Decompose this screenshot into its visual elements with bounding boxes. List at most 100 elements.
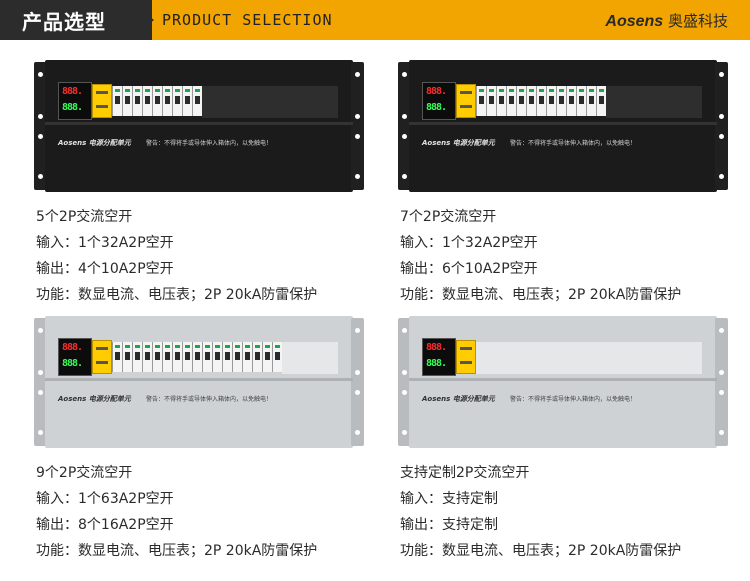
digital-meter-icon: 888. 888.: [58, 82, 92, 120]
breaker-module: [142, 342, 152, 372]
breaker-module: [172, 342, 182, 372]
breaker-module: [486, 86, 496, 116]
product-function: 功能：数显电流、电压表；2P 20kA防雷保护: [400, 287, 682, 303]
breaker-module: [222, 342, 232, 372]
breaker-module: [192, 342, 202, 372]
product-input: 输入：1个32A2P空开: [400, 235, 538, 251]
rack-ear-right: [715, 62, 728, 190]
section-header: 产品选型 PRODUCT SELECTION Aosens 奥盛科技: [0, 0, 750, 40]
panel-brand-label: Aosens 电源分配单元: [422, 395, 495, 403]
product-input: 输入：1个32A2P空开: [36, 235, 174, 251]
breaker-module: [566, 86, 576, 116]
breaker-module: [142, 86, 152, 116]
product-function: 功能：数显电流、电压表；2P 20kA防雷保护: [36, 287, 318, 303]
product-output: 输出：4个10A2P空开: [36, 261, 174, 277]
brand-name-cn: 奥盛科技: [667, 12, 728, 30]
rack-ear-right: [351, 318, 364, 446]
breaker-module: [152, 86, 162, 116]
breaker-row: [476, 86, 616, 118]
product-caption: 9个2P交流空开 输入：1个63A2P空开 输出：8个16A2P空开 功能：数显…: [36, 460, 317, 564]
product-input: 输入：支持定制: [400, 491, 498, 507]
breaker-module: [162, 86, 172, 116]
breaker-module: [496, 86, 506, 116]
breaker-module: [132, 86, 142, 116]
breaker-module: [596, 86, 606, 116]
panel-warning-label: 警告：不得将手或导体伸入箱体内，以免触电！: [146, 396, 273, 403]
surge-protector-icon: [456, 340, 476, 374]
pdu-image: 888. 888. Aosens 电源分配单元 警告：不得将手或导体伸入箱体内，以…: [34, 316, 364, 448]
breaker-module: [132, 342, 142, 372]
breaker-module: [122, 86, 132, 116]
panel-face: [45, 316, 353, 448]
breaker-module: [232, 342, 242, 372]
digital-meter-icon: 888. 888.: [422, 338, 456, 376]
panel-warning-label: 警告：不得将手或导体伸入箱体内，以免触电！: [146, 140, 273, 147]
product-function: 功能：数显电流、电压表；2P 20kA防雷保护: [400, 543, 682, 559]
product-caption: 支持定制2P交流空开 输入：支持定制 输出：支持定制 功能：数显电流、电压表；2…: [400, 460, 681, 564]
rack-ear-right: [351, 62, 364, 190]
surge-protector-icon: [92, 84, 112, 118]
breaker-module: [172, 86, 182, 116]
panel-divider: [45, 122, 353, 125]
product-output: 输出：6个10A2P空开: [400, 261, 538, 277]
blank-plate: [282, 342, 338, 374]
product-output: 输出：支持定制: [400, 517, 498, 533]
breaker-row: [112, 86, 212, 118]
section-title-cn: 产品选型: [22, 10, 106, 34]
panel-face: [409, 60, 717, 192]
digital-meter-icon: 888. 888.: [422, 82, 456, 120]
section-title-en: PRODUCT SELECTION: [162, 11, 333, 29]
breaker-module: [526, 86, 536, 116]
product-caption: 7个2P交流空开 输入：1个32A2P空开 输出：6个10A2P空开 功能：数显…: [400, 204, 681, 308]
product-title: 9个2P交流空开: [36, 465, 133, 481]
pdu-image: 888. 888. Aosens 电源分配单元 警告：不得将手或导体伸入箱体内，以…: [398, 60, 728, 192]
panel-divider: [45, 378, 353, 381]
product-input: 输入：1个63A2P空开: [36, 491, 174, 507]
brand-name-en: Aosens: [605, 13, 664, 30]
header-arrow-icon: [145, 13, 154, 27]
breaker-module: [122, 342, 132, 372]
blank-plate: [476, 342, 702, 374]
product-title: 支持定制2P交流空开: [400, 465, 530, 481]
breaker-row: [112, 342, 292, 374]
panel-brand-label: Aosens 电源分配单元: [58, 395, 131, 403]
panel-warning-label: 警告：不得将手或导体伸入箱体内，以免触电！: [510, 140, 637, 147]
blank-plate: [202, 86, 338, 118]
brand-logo: Aosens 奥盛科技: [605, 10, 728, 31]
breaker-module: [182, 86, 192, 116]
breaker-module: [546, 86, 556, 116]
breaker-module: [252, 342, 262, 372]
breaker-module: [536, 86, 546, 116]
digital-meter-icon: 888. 888.: [58, 338, 92, 376]
panel-brand-label: Aosens 电源分配单元: [422, 139, 495, 147]
breaker-module: [242, 342, 252, 372]
panel-divider: [409, 122, 717, 125]
product-output: 输出：8个16A2P空开: [36, 517, 174, 533]
breaker-module: [192, 86, 202, 116]
breaker-module: [112, 342, 122, 372]
breaker-module: [272, 342, 282, 372]
product-title: 5个2P交流空开: [36, 209, 133, 225]
breaker-module: [476, 86, 486, 116]
breaker-module: [262, 342, 272, 372]
product-function: 功能：数显电流、电压表；2P 20kA防雷保护: [36, 543, 318, 559]
pdu-image: 888. 888. Aosens 电源分配单元 警告：不得将手或导体伸入箱体内，以…: [398, 316, 728, 448]
panel-face: [45, 60, 353, 192]
rack-ear-right: [715, 318, 728, 446]
breaker-module: [506, 86, 516, 116]
breaker-module: [576, 86, 586, 116]
surge-protector-icon: [456, 84, 476, 118]
breaker-module: [212, 342, 222, 372]
breaker-module: [556, 86, 566, 116]
panel-face: [409, 316, 717, 448]
panel-brand-label: Aosens 电源分配单元: [58, 139, 131, 147]
product-title: 7个2P交流空开: [400, 209, 497, 225]
breaker-module: [152, 342, 162, 372]
product-caption: 5个2P交流空开 输入：1个32A2P空开 输出：4个10A2P空开 功能：数显…: [36, 204, 317, 308]
blank-plate: [606, 86, 702, 118]
surge-protector-icon: [92, 340, 112, 374]
panel-warning-label: 警告：不得将手或导体伸入箱体内，以免触电！: [510, 396, 637, 403]
pdu-image: 888. 888. Aosens 电源分配单元 警告：不得将手或导体伸入箱体内，以…: [34, 60, 364, 192]
breaker-module: [516, 86, 526, 116]
panel-divider: [409, 378, 717, 381]
